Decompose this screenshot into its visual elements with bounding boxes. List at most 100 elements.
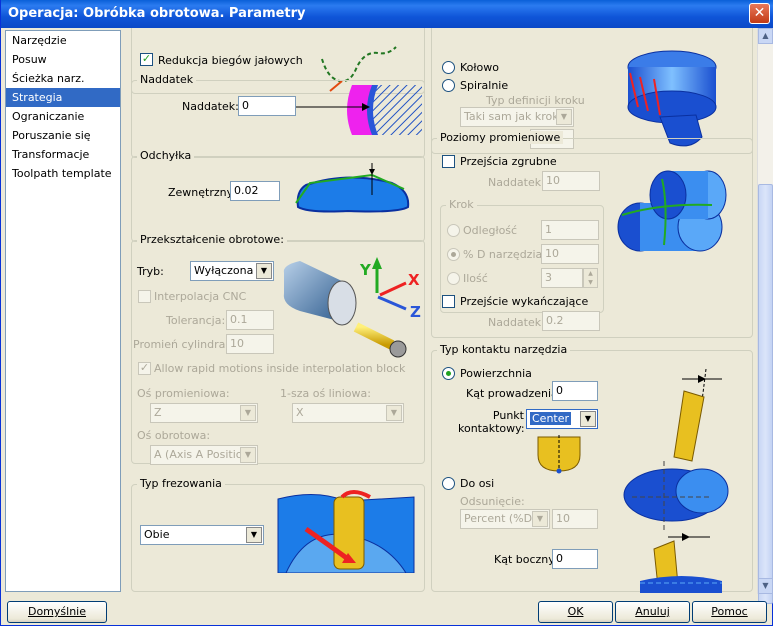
finish-allowance-input[interactable]: 0.2 bbox=[542, 311, 600, 331]
offset-type-select[interactable]: Percent (%D t ▼ bbox=[460, 509, 550, 529]
nav-item-strategia[interactable]: Strategia bbox=[6, 88, 120, 107]
cnc-interp-checkbox[interactable] bbox=[138, 290, 151, 303]
contact-point-label: Punkt kontaktowy: bbox=[458, 409, 525, 435]
default-button[interactable]: Domyślnie bbox=[7, 601, 107, 623]
chevron-down-icon: ▼ bbox=[240, 405, 256, 421]
count-radio[interactable] bbox=[447, 272, 460, 285]
lead-angle-input[interactable]: 0 bbox=[552, 381, 598, 401]
navigation-list: Narzędzie Posuw Ścieżka narz. Strategia … bbox=[5, 30, 121, 592]
nav-item-narzedzie[interactable]: Narzędzie bbox=[6, 31, 120, 50]
contact-type-group: Typ kontaktu narzędzia Powierzchnia Kąt … bbox=[431, 343, 753, 593]
rapid-motions-checkbox[interactable]: ✓ bbox=[138, 362, 151, 375]
milling-type-title: Typ frezowania bbox=[137, 477, 225, 490]
count-spinner[interactable]: ▲ ▼ bbox=[583, 268, 598, 288]
deviation-group: Odchyłka Zewnętrzny 0.02 bbox=[131, 149, 425, 242]
rotary-transform-illustration: Y X Z bbox=[283, 257, 421, 358]
milling-type-select[interactable]: Obie ▼ bbox=[140, 525, 264, 545]
mode-select[interactable]: Wyłączona ▼ bbox=[190, 261, 274, 281]
spin-down-icon: ▼ bbox=[584, 278, 597, 287]
chevron-down-icon: ▼ bbox=[240, 447, 256, 463]
rough-allowance-input[interactable]: 10 bbox=[542, 171, 600, 191]
contact-type-illustration bbox=[623, 368, 729, 593]
surface-label: Powierzchnia bbox=[460, 367, 532, 380]
rough-passes-checkbox[interactable] bbox=[442, 155, 455, 168]
nav-item-sciezka[interactable]: Ścieżka narz. bbox=[6, 69, 120, 88]
dialog-window: Operacja: Obróbka obrotowa. Parametry ✕ … bbox=[0, 0, 773, 626]
contact-type-title: Typ kontaktu narzędzia bbox=[437, 343, 571, 356]
cancel-button[interactable]: Anuluj bbox=[615, 601, 690, 623]
nav-item-poruszanie[interactable]: Poruszanie się bbox=[6, 126, 120, 145]
offset-type-value: Percent (%D t bbox=[464, 512, 540, 525]
step-definition-value: Taki sam jak krok p bbox=[464, 110, 570, 123]
allowance-group-title: Naddatek bbox=[137, 73, 197, 86]
offset-label: Odsunięcie: bbox=[460, 495, 525, 508]
step-definition-select[interactable]: Taki sam jak krok p ▼ bbox=[460, 107, 574, 127]
step-definition-label: Typ definicji kroku bbox=[486, 94, 585, 107]
tool-percent-label: % D narzędzia bbox=[463, 248, 543, 261]
spin-up-icon: ▲ bbox=[584, 269, 597, 278]
step-subgroup-title: Krok bbox=[446, 198, 477, 211]
deviation-group-title: Odchyłka bbox=[137, 149, 195, 162]
deviation-input[interactable]: 0.02 bbox=[230, 181, 280, 201]
allowance-group: Naddatek Naddatek: 0 bbox=[131, 73, 425, 158]
distance-radio[interactable] bbox=[447, 224, 460, 237]
scroll-down-icon[interactable]: ▼ bbox=[758, 578, 773, 594]
deviation-illustration bbox=[295, 163, 410, 213]
count-input[interactable]: 3 bbox=[541, 268, 583, 288]
deviation-label: Zewnętrzny bbox=[168, 186, 234, 199]
side-angle-input[interactable]: 0 bbox=[552, 549, 598, 569]
finish-pass-label: Przejście wykańczające bbox=[460, 295, 589, 308]
contact-point-select[interactable]: Center ▼ bbox=[526, 409, 598, 429]
radial-levels-group: Poziomy promieniowe Przejścia zgrubne Na… bbox=[431, 131, 753, 338]
radial-axis-value: Z bbox=[154, 406, 162, 419]
allowance-input[interactable]: 0 bbox=[238, 96, 296, 116]
rough-allowance-label: Naddatek: bbox=[488, 176, 545, 189]
cylinder-radius-input[interactable]: 10 bbox=[226, 334, 274, 354]
nav-item-transformacje[interactable]: Transformacje bbox=[6, 145, 120, 164]
help-button[interactable]: Pomoc bbox=[692, 601, 767, 623]
nav-item-toolpath-template[interactable]: Toolpath template bbox=[6, 164, 120, 183]
circular-radio[interactable] bbox=[442, 61, 455, 74]
mode-select-value: Wyłączona bbox=[194, 264, 254, 277]
to-axis-label: Do osi bbox=[460, 477, 495, 490]
linear-axis-select[interactable]: X ▼ bbox=[292, 403, 404, 423]
rotary-transform-title: Przekształcenie obrotowe: bbox=[137, 233, 287, 246]
allowance-illustration bbox=[296, 85, 422, 135]
rotary-axis-value: A (Axis A Position) bbox=[154, 448, 254, 461]
tolerance-input[interactable]: 0.1 bbox=[226, 310, 274, 330]
surface-radio[interactable] bbox=[442, 367, 455, 380]
side-angle-label: Kąt boczny: bbox=[494, 553, 558, 566]
axis-x-label: X bbox=[408, 271, 420, 289]
rough-passes-label: Przejścia zgrubne bbox=[460, 155, 557, 168]
contact-point-value: Center bbox=[530, 412, 572, 425]
tolerance-label: Tolerancja: bbox=[166, 314, 226, 327]
idle-reduction-checkbox[interactable]: ✓ bbox=[140, 53, 153, 66]
spiral-label: Spiralnie bbox=[460, 79, 509, 92]
close-button[interactable]: ✕ bbox=[749, 3, 770, 24]
rotary-axis-select[interactable]: A (Axis A Position) ▼ bbox=[150, 445, 258, 465]
chevron-down-icon: ▼ bbox=[246, 527, 262, 543]
finish-pass-checkbox[interactable] bbox=[442, 295, 455, 308]
offset-value-input[interactable]: 10 bbox=[552, 509, 598, 529]
chevron-down-icon: ▼ bbox=[256, 263, 272, 279]
spiral-radio[interactable] bbox=[442, 79, 455, 92]
nav-item-ograniczanie[interactable]: Ograniczanie bbox=[6, 107, 120, 126]
scroll-up-icon[interactable]: ▲ bbox=[758, 28, 773, 44]
distance-input[interactable]: 1 bbox=[541, 220, 599, 240]
radial-axis-select[interactable]: Z ▼ bbox=[150, 403, 258, 423]
to-axis-radio[interactable] bbox=[442, 477, 455, 490]
title-bar[interactable]: Operacja: Obróbka obrotowa. Parametry ✕ bbox=[1, 0, 773, 28]
ok-button[interactable]: OK bbox=[538, 601, 613, 623]
window-title: Operacja: Obróbka obrotowa. Parametry bbox=[8, 6, 306, 21]
tool-percent-input[interactable]: 10 bbox=[541, 244, 599, 264]
panel-scrollbar[interactable]: ▲ ▼ bbox=[757, 28, 773, 604]
cylinder-radius-label: Promień cylindra: bbox=[133, 338, 230, 351]
scroll-thumb[interactable] bbox=[758, 184, 773, 604]
nav-item-posuw[interactable]: Posuw bbox=[6, 50, 120, 69]
idle-reduction-label: Redukcja biegów jałowych bbox=[158, 54, 303, 67]
spiral-illustration bbox=[627, 50, 717, 147]
radial-axis-label: Oś promieniowa: bbox=[137, 387, 230, 400]
tool-percent-radio[interactable] bbox=[447, 248, 460, 261]
chevron-down-icon: ▼ bbox=[580, 411, 596, 427]
rotary-transform-group: Przekształcenie obrotowe: Tryb: Wyłączon… bbox=[131, 233, 425, 465]
